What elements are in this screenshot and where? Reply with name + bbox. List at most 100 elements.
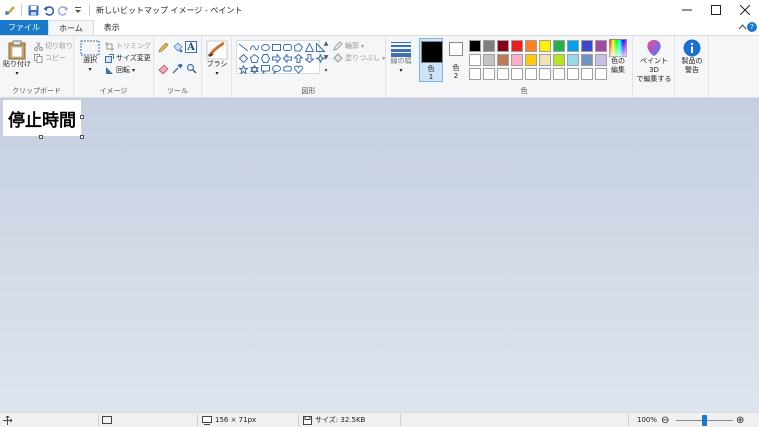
palette-swatch[interactable] <box>539 54 551 66</box>
status-separator <box>400 414 401 426</box>
palette-swatch[interactable] <box>539 68 551 80</box>
redo-icon[interactable] <box>57 4 69 16</box>
tab-home[interactable]: ホーム <box>48 20 94 35</box>
palette-swatch[interactable] <box>511 40 523 52</box>
magnifier-icon[interactable] <box>186 63 197 74</box>
color-picker-icon[interactable] <box>172 63 183 74</box>
tab-view[interactable]: 表示 <box>94 20 130 35</box>
tab-file[interactable]: ファイル <box>0 20 48 35</box>
canvas-text: 停止時間 <box>8 110 76 131</box>
scroll-down-icon[interactable]: ▼ <box>324 54 329 61</box>
outline-button[interactable]: 輪郭 ▾ <box>333 41 364 51</box>
palette-swatch[interactable] <box>525 40 537 52</box>
canvas-work-area[interactable]: 停止時間 <box>0 98 759 412</box>
save-icon[interactable] <box>27 4 39 16</box>
pencil-icon[interactable] <box>158 42 169 53</box>
palette-swatch[interactable] <box>553 40 565 52</box>
oval-shape-icon[interactable] <box>260 42 270 52</box>
palette-swatch[interactable] <box>581 68 593 80</box>
five-point-star-shape-icon[interactable] <box>238 64 248 74</box>
curve-shape-icon[interactable] <box>249 42 259 52</box>
minimize-button[interactable] <box>672 0 701 20</box>
rounded-rectangle-shape-icon[interactable] <box>282 42 292 52</box>
undo-icon[interactable] <box>42 4 54 16</box>
resize-handle-corner[interactable] <box>80 135 84 139</box>
hexagon-shape-icon[interactable] <box>260 53 270 63</box>
polygon-shape-icon[interactable] <box>293 42 303 52</box>
palette-swatch[interactable] <box>469 54 481 66</box>
quick-access-toolbar <box>0 0 92 20</box>
palette-swatch[interactable] <box>469 40 481 52</box>
crop-button[interactable]: トリミング <box>105 41 151 51</box>
color2-button[interactable]: 色 2 <box>445 38 467 82</box>
palette-swatch[interactable] <box>553 54 565 66</box>
paste-button[interactable]: 貼り付け ▾ <box>3 40 31 78</box>
palette-swatch[interactable] <box>511 68 523 80</box>
palette-swatch[interactable] <box>525 68 537 80</box>
palette-swatch[interactable] <box>553 68 565 80</box>
product-alert-button[interactable]: 製品の 警告 <box>676 39 708 75</box>
rectangle-shape-icon[interactable] <box>271 42 281 52</box>
palette-swatch[interactable] <box>497 40 509 52</box>
window-controls <box>672 0 759 20</box>
palette-swatch[interactable] <box>567 54 579 66</box>
palette-swatch[interactable] <box>567 68 579 80</box>
color1-button[interactable]: 色 1 <box>419 38 443 82</box>
select-button[interactable]: 選択 ▾ <box>78 40 102 74</box>
edit-with-paint3d-button[interactable]: ペイント 3D で編集する <box>634 39 674 84</box>
rotate-icon <box>106 66 113 74</box>
eraser-icon[interactable] <box>158 63 169 74</box>
scroll-up-icon[interactable]: ▲ <box>324 40 329 47</box>
clipboard-icon <box>8 40 26 60</box>
palette-swatch[interactable] <box>539 40 551 52</box>
six-point-star-shape-icon[interactable] <box>249 64 259 74</box>
palette-swatch[interactable] <box>483 68 495 80</box>
text-tool-icon[interactable]: A <box>185 41 197 53</box>
palette-swatch[interactable] <box>581 54 593 66</box>
zoom-out-icon[interactable]: ⊖ <box>661 413 669 427</box>
help-icon[interactable]: ? <box>747 22 757 32</box>
palette-swatch[interactable] <box>567 40 579 52</box>
cloud-callout-shape-icon[interactable] <box>282 64 292 74</box>
diamond-shape-icon[interactable] <box>238 53 248 63</box>
resize-handle-right[interactable] <box>80 115 84 119</box>
palette-swatch[interactable] <box>469 68 481 80</box>
brush-button[interactable]: ブラシ ▾ <box>204 40 230 78</box>
rectangular-callout-shape-icon[interactable] <box>260 64 270 74</box>
shapes-scroll[interactable]: ▲ ▼ ▾ <box>322 40 330 74</box>
fill-button[interactable]: 塗りつぶし ▾ <box>333 53 385 63</box>
size-button[interactable]: 線の幅 ▾ <box>388 41 414 75</box>
palette-swatch[interactable] <box>483 54 495 66</box>
collapse-ribbon-icon[interactable] <box>738 23 747 33</box>
right-arrow-shape-icon[interactable] <box>271 53 281 63</box>
status-separator <box>628 414 629 426</box>
palette-swatch[interactable] <box>497 68 509 80</box>
heart-shape-icon[interactable] <box>293 64 303 74</box>
zoom-in-icon[interactable]: ⊕ <box>736 413 744 427</box>
palette-swatch[interactable] <box>525 54 537 66</box>
palette-swatch[interactable] <box>581 40 593 52</box>
fill-bucket-icon[interactable] <box>172 42 183 53</box>
expand-gallery-icon[interactable]: ▾ <box>324 67 327 74</box>
palette-swatch[interactable] <box>483 40 495 52</box>
up-arrow-shape-icon[interactable] <box>293 53 303 63</box>
maximize-button[interactable] <box>701 0 730 20</box>
edit-colors-button[interactable]: 色の 編集 <box>606 39 630 75</box>
triangle-shape-icon[interactable] <box>304 42 314 52</box>
drawing-canvas[interactable]: 停止時間 <box>3 100 81 136</box>
palette-swatch[interactable] <box>511 54 523 66</box>
cut-button[interactable]: 切り取り <box>34 41 73 51</box>
line-shape-icon[interactable] <box>238 42 248 52</box>
zoom-slider-thumb[interactable] <box>702 415 707 426</box>
resize-handle-bottom[interactable] <box>39 135 43 139</box>
copy-button[interactable]: コピー <box>34 53 66 63</box>
resize-button[interactable]: サイズ変更 <box>105 53 151 63</box>
close-button[interactable] <box>730 0 759 20</box>
oval-callout-shape-icon[interactable] <box>271 64 281 74</box>
pentagon-shape-icon[interactable] <box>249 53 259 63</box>
down-arrow-shape-icon[interactable] <box>304 53 314 63</box>
customize-toolbar-icon[interactable] <box>72 4 84 16</box>
left-arrow-shape-icon[interactable] <box>282 53 292 63</box>
rotate-button[interactable]: 回転 ▾ <box>105 65 135 75</box>
palette-swatch[interactable] <box>497 54 509 66</box>
